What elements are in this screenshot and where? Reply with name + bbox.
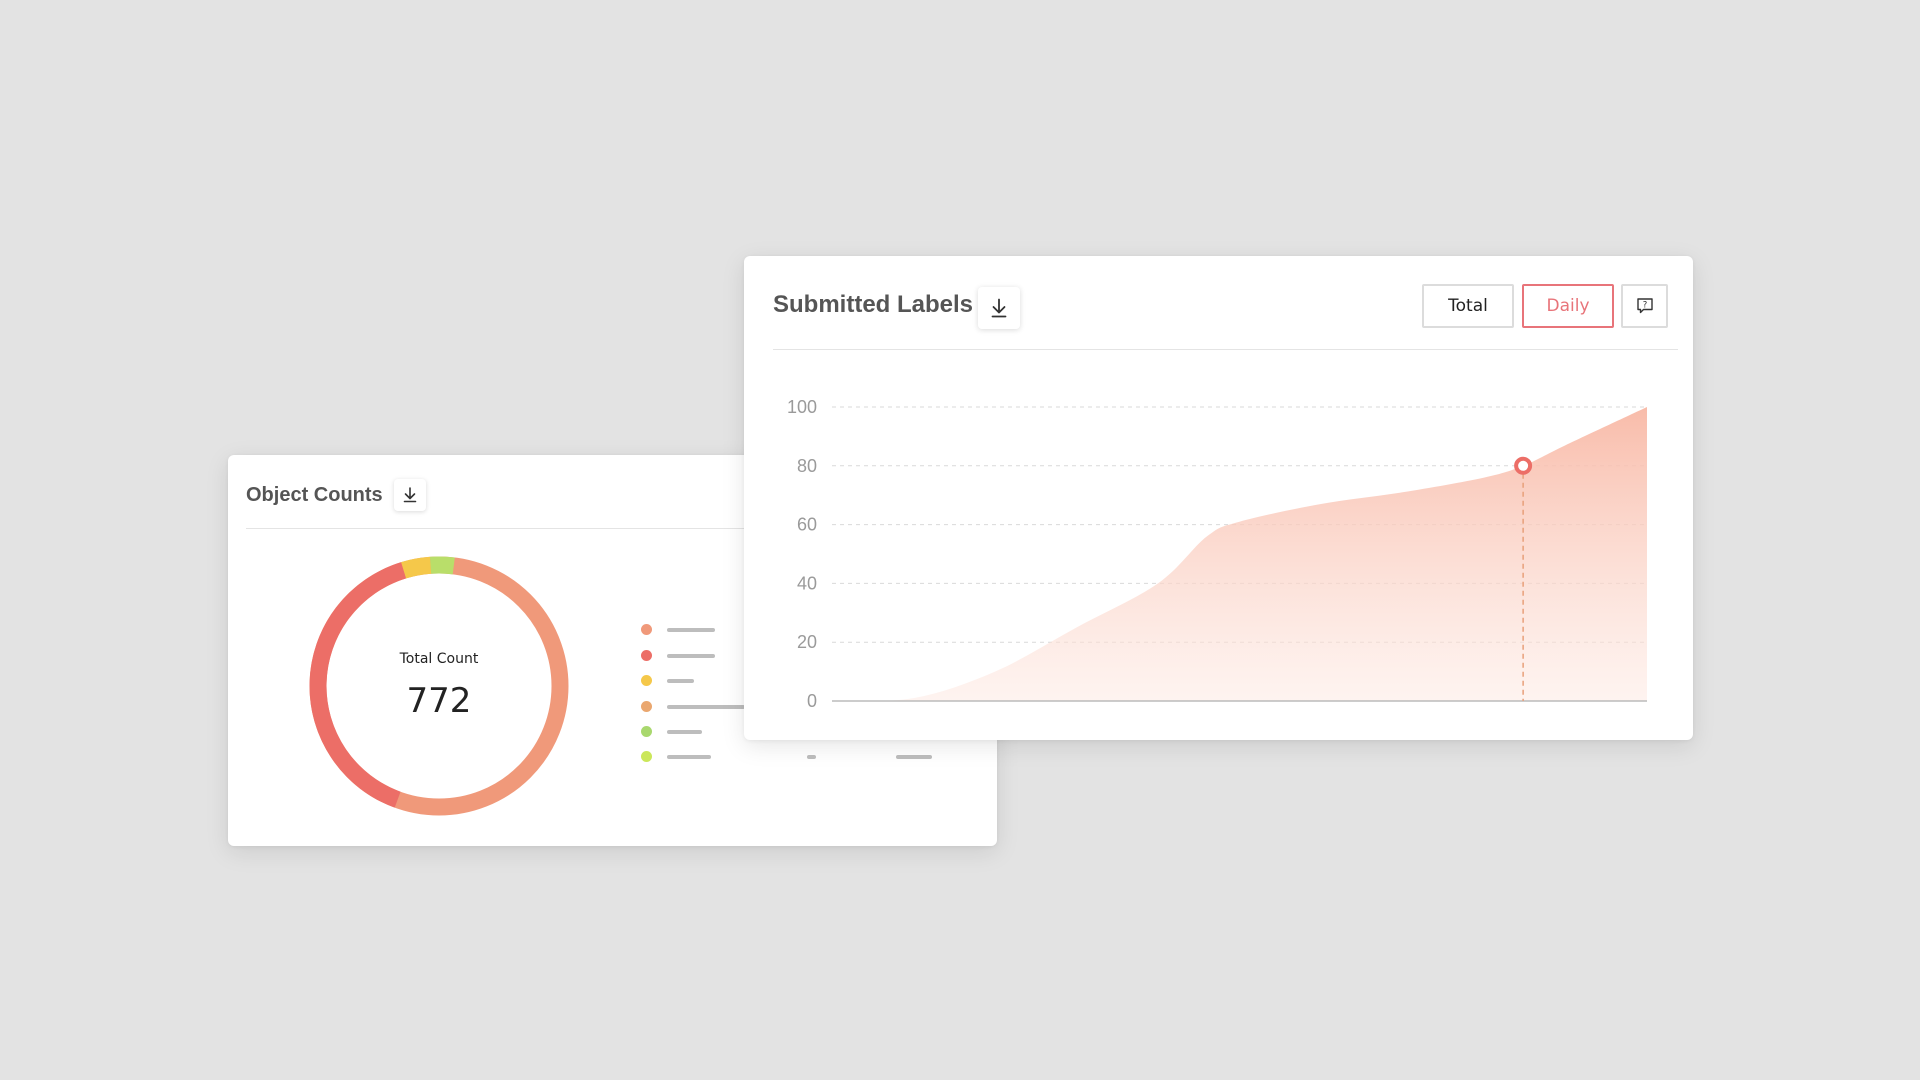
help-button[interactable]: ? bbox=[1621, 284, 1668, 328]
donut-segment-yellow bbox=[401, 556, 432, 579]
total-count-value: 772 bbox=[406, 681, 472, 721]
legend-bar bbox=[667, 654, 715, 658]
legend-value-bar bbox=[896, 755, 932, 759]
y-tick-label: 60 bbox=[797, 515, 817, 535]
daily-button[interactable]: Daily bbox=[1522, 284, 1614, 328]
comment-question-icon: ? bbox=[1636, 298, 1653, 314]
total-button[interactable]: Total bbox=[1422, 284, 1514, 328]
legend-value-bar bbox=[807, 755, 816, 759]
total-count-label: Total Count bbox=[399, 651, 479, 667]
legend-bar bbox=[667, 755, 711, 759]
legend-dot bbox=[641, 650, 652, 661]
legend-bar bbox=[667, 705, 745, 709]
legend-dot bbox=[641, 726, 652, 737]
chart-area-series bbox=[832, 407, 1647, 702]
donut-chart: Total Count 772 bbox=[308, 555, 570, 817]
submitted-labels-title: Submitted Labels bbox=[773, 291, 974, 318]
legend-bar bbox=[667, 679, 694, 683]
svg-text:?: ? bbox=[1642, 301, 1647, 311]
area-chart: 100 80 60 40 20 0 bbox=[787, 397, 1647, 711]
legend-bar bbox=[667, 730, 702, 734]
chart-highlight-point bbox=[1514, 456, 1533, 475]
submitted-labels-download-button[interactable] bbox=[978, 287, 1020, 329]
object-counts-title: Object Counts bbox=[246, 484, 383, 506]
legend-dot bbox=[641, 624, 652, 635]
submitted-labels-divider bbox=[773, 349, 1678, 350]
legend-dot bbox=[641, 701, 652, 712]
y-tick-label: 100 bbox=[787, 397, 817, 417]
legend-dot bbox=[641, 675, 652, 686]
y-tick-label: 40 bbox=[797, 573, 817, 593]
y-tick-label: 20 bbox=[797, 632, 817, 652]
y-tick-label: 80 bbox=[797, 456, 817, 476]
legend-bar bbox=[667, 628, 715, 632]
download-icon bbox=[403, 487, 417, 503]
download-icon bbox=[991, 298, 1007, 318]
submitted-labels-card: 100 80 60 40 20 0 Submitted Labels Total Dail… bbox=[744, 256, 1693, 740]
y-tick-label: 0 bbox=[807, 691, 817, 711]
object-counts-download-button[interactable] bbox=[394, 479, 426, 511]
legend-dot bbox=[641, 751, 652, 762]
donut-segment-green bbox=[429, 556, 455, 575]
